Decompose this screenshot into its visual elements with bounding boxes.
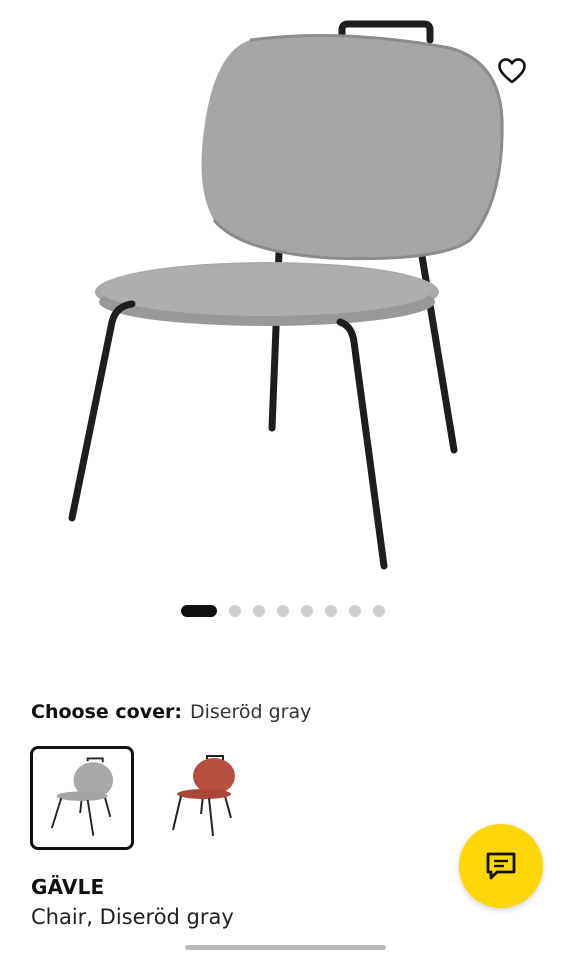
carousel-dot[interactable] [373, 605, 385, 617]
carousel-dot[interactable] [229, 605, 241, 617]
red-chair-thumbnail [172, 755, 235, 837]
carousel-dot[interactable] [277, 605, 289, 617]
carousel-dot[interactable] [253, 605, 265, 617]
home-indicator [185, 945, 386, 950]
carousel-dot[interactable] [325, 605, 337, 617]
carousel-dot[interactable] [349, 605, 361, 617]
favorite-button[interactable] [494, 53, 530, 89]
chat-button[interactable] [459, 824, 543, 908]
cover-value: Diseröd gray [189, 701, 312, 723]
cover-selector-heading: Choose cover: Diseröd gray [31, 700, 311, 724]
product-description: Chair, Diseröd gray [31, 905, 234, 929]
cover-swatch-gray[interactable] [30, 746, 134, 850]
product-name: GÄVLE [31, 875, 105, 899]
carousel-dot[interactable] [301, 605, 313, 617]
chat-bubble-icon [486, 852, 516, 880]
heart-icon [498, 58, 526, 84]
product-image[interactable] [0, 0, 572, 590]
cover-label: Choose cover: [31, 701, 182, 723]
chair-image [68, 20, 504, 570]
carousel-pagination [0, 605, 572, 617]
carousel-dot-active[interactable] [181, 605, 217, 617]
cover-swatch-red[interactable] [163, 746, 267, 850]
gray-chair-thumbnail [50, 757, 114, 836]
